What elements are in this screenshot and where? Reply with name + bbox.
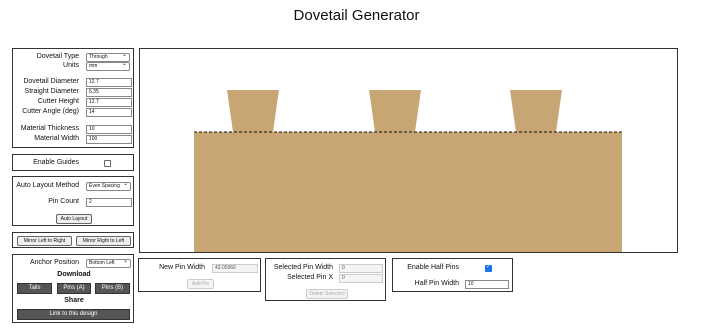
auto-layout-button[interactable]: Auto Layout bbox=[56, 214, 92, 224]
cutter-height-input[interactable]: 12.7 bbox=[86, 98, 132, 107]
cutter-height-label: Cutter Height bbox=[37, 98, 79, 105]
design-canvas[interactable] bbox=[139, 48, 678, 253]
straight-diameter-input[interactable]: 6.35 bbox=[86, 88, 132, 97]
delete-selected-button[interactable]: Delete Selected bbox=[306, 289, 348, 299]
download-pins-b-button[interactable]: Pins (B) bbox=[95, 283, 130, 294]
half-pins-panel: Enable Half Pins Half Pin Width 10 bbox=[392, 258, 513, 292]
mirror-panel: Mirror Left to Right Mirror Right to Lef… bbox=[12, 232, 134, 248]
material-width-label: Material Width bbox=[34, 135, 79, 142]
units-label: Units bbox=[63, 62, 79, 69]
share-heading: Share bbox=[64, 297, 84, 304]
settings-panel: Dovetail Type Through Units mm Dovetail … bbox=[12, 48, 134, 148]
pin-2[interactable] bbox=[369, 90, 421, 132]
units-select[interactable]: mm bbox=[86, 61, 130, 71]
guides-panel: Enable Guides bbox=[12, 154, 134, 171]
auto-layout-panel: Auto Layout Method Even Spacing Pin Coun… bbox=[12, 176, 134, 226]
selected-pin-x-label: Selected Pin X bbox=[287, 274, 333, 281]
selected-pin-x-input[interactable]: 0 bbox=[339, 274, 383, 283]
material-thickness-input[interactable]: 10 bbox=[86, 125, 132, 134]
export-panel: Anchor Position Bottom Left Download Tai… bbox=[12, 254, 134, 323]
mirror-right-to-left-button[interactable]: Mirror Right to Left bbox=[76, 236, 131, 246]
dovetail-diameter-input[interactable]: 12.7 bbox=[86, 78, 132, 87]
cutter-angle-label: Cutter Angle (deg) bbox=[22, 108, 79, 115]
selected-pin-width-label: Selected Pin Width bbox=[273, 264, 333, 271]
material-width-input[interactable]: 100 bbox=[86, 135, 132, 144]
download-tails-button[interactable]: Tails bbox=[17, 283, 52, 294]
auto-layout-method-label: Auto Layout Method bbox=[16, 182, 79, 189]
new-pin-width-label: New Pin Width bbox=[159, 264, 205, 271]
straight-diameter-label: Straight Diameter bbox=[24, 88, 79, 95]
cutter-angle-input[interactable]: 14 bbox=[86, 108, 132, 117]
selected-pin-width-input[interactable]: 0 bbox=[339, 264, 383, 273]
pin-1[interactable] bbox=[227, 90, 279, 132]
pin-count-label: Pin Count bbox=[48, 198, 79, 205]
dovetail-type-label: Dovetail Type bbox=[36, 53, 79, 60]
board bbox=[194, 132, 622, 252]
board-drawing bbox=[194, 90, 622, 252]
share-link-button[interactable]: Link to this design bbox=[17, 309, 130, 320]
download-heading: Download bbox=[57, 271, 91, 278]
enable-half-pins-label: Enable Half Pins bbox=[407, 264, 459, 271]
enable-half-pins-checkbox[interactable] bbox=[485, 264, 492, 272]
enable-guides-label: Enable Guides bbox=[33, 159, 79, 166]
anchor-position-label: Anchor Position bbox=[29, 259, 79, 266]
selected-pin-panel: Selected Pin Width 0 Selected Pin X 0 De… bbox=[265, 258, 386, 301]
half-pin-width-input[interactable]: 10 bbox=[465, 280, 509, 289]
dovetail-diameter-label: Dovetail Diameter bbox=[23, 78, 79, 85]
pin-count-input[interactable]: 2 bbox=[86, 198, 132, 207]
new-pin-panel: New Pin Width 43.05966 Add Pin bbox=[138, 258, 261, 292]
download-pins-a-button[interactable]: Pins (A) bbox=[57, 283, 91, 294]
auto-layout-method-select[interactable]: Even Spacing bbox=[86, 181, 131, 191]
add-pin-button[interactable]: Add Pin bbox=[187, 279, 214, 289]
anchor-position-select[interactable]: Bottom Left bbox=[86, 258, 131, 268]
enable-guides-checkbox[interactable] bbox=[104, 160, 111, 167]
pin-3[interactable] bbox=[510, 90, 562, 132]
page-title: Dovetail Generator bbox=[293, 7, 420, 24]
mirror-left-to-right-button[interactable]: Mirror Left to Right bbox=[17, 236, 72, 246]
half-pin-width-label: Half Pin Width bbox=[414, 280, 459, 287]
material-thickness-label: Material Thickness bbox=[20, 125, 79, 132]
new-pin-width-input[interactable]: 43.05966 bbox=[212, 264, 258, 273]
